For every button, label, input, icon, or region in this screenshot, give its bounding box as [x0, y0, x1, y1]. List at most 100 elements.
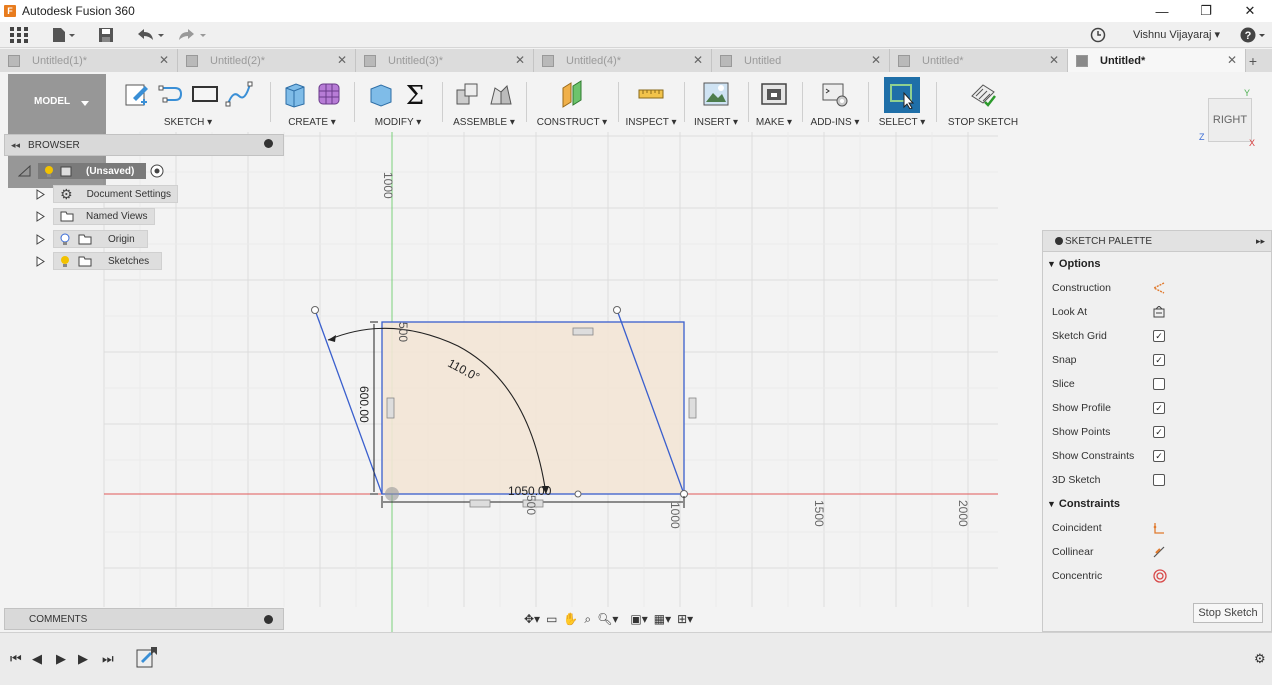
- view-cube-face-right[interactable]: RIGHT: [1213, 114, 1247, 126]
- timeline-last-icon[interactable]: ⏭: [102, 651, 114, 667]
- timeline-previous-icon[interactable]: ◀: [32, 651, 42, 667]
- tab-untitled-2[interactable]: Untitled(2)* ✕: [178, 49, 356, 72]
- extrude-icon[interactable]: [281, 80, 309, 108]
- insert-image-icon[interactable]: [702, 80, 730, 108]
- option-construction[interactable]: Construction: [1043, 276, 1271, 300]
- restore-button[interactable]: ❐: [1184, 0, 1228, 22]
- orbit-icon[interactable]: ✥▾: [524, 612, 540, 626]
- close-window-button[interactable]: ✕: [1228, 0, 1272, 22]
- select-cursor-icon[interactable]: [884, 77, 920, 113]
- slice-checkbox[interactable]: [1153, 378, 1165, 390]
- height-dimension-value[interactable]: 600.00: [357, 386, 371, 423]
- minimize-button[interactable]: —: [1140, 0, 1184, 22]
- browser-panel-header[interactable]: ◂◂ BROWSER: [4, 134, 284, 156]
- close-tab-icon[interactable]: ✕: [1049, 53, 1059, 67]
- collapsed-triangle-icon[interactable]: [36, 233, 45, 245]
- close-tab-icon[interactable]: ✕: [871, 53, 881, 67]
- sketch-canvas[interactable]: 1000 500 1000 1500 2000 500 600.00 1050.…: [0, 132, 1042, 632]
- press-pull-icon[interactable]: [367, 80, 395, 108]
- create-sketch-icon[interactable]: [123, 80, 151, 108]
- width-dimension-value[interactable]: 1050.00: [508, 484, 551, 498]
- parameters-sigma-icon[interactable]: Σ: [401, 80, 429, 108]
- construction-icon[interactable]: [1153, 282, 1165, 294]
- sketch-group[interactable]: SKETCH ▾: [108, 77, 268, 132]
- close-tab-icon[interactable]: ✕: [337, 53, 347, 67]
- new-tab-button[interactable]: +: [1246, 49, 1260, 72]
- horizontal-constraint-icon[interactable]: [469, 499, 491, 508]
- zoom-icon[interactable]: ⌕: [584, 612, 591, 627]
- form-icon[interactable]: [315, 80, 343, 108]
- option-show-points[interactable]: Show Points ✓: [1043, 420, 1271, 444]
- sketch-profile[interactable]: [381, 321, 685, 495]
- constraint-concentric[interactable]: Concentric: [1043, 564, 1271, 588]
- assemble-group[interactable]: ASSEMBLE ▾: [446, 77, 522, 132]
- collinear-icon[interactable]: [1153, 546, 1165, 558]
- modify-group-label[interactable]: MODIFY ▾: [358, 117, 438, 128]
- construct-group[interactable]: CONSTRUCT ▾: [530, 77, 614, 132]
- add-ins-group[interactable]: ADD-INS ▾: [806, 77, 864, 132]
- undo-icon[interactable]: [136, 26, 166, 44]
- file-menu-icon[interactable]: [52, 26, 76, 44]
- stop-sketch-button[interactable]: Stop Sketch: [1193, 603, 1263, 623]
- select-group-label[interactable]: SELECT ▾: [872, 117, 932, 128]
- option-look-at[interactable]: Look At: [1043, 300, 1271, 324]
- spline-tool-icon[interactable]: [225, 80, 253, 108]
- inspect-group[interactable]: INSPECT ▾: [622, 77, 680, 132]
- constraint-collinear[interactable]: Collinear: [1043, 540, 1271, 564]
- measure-icon[interactable]: [637, 80, 665, 108]
- user-account-menu[interactable]: Vishnu Vijayaraj ▾: [1133, 28, 1220, 41]
- collapsed-triangle-icon[interactable]: [36, 255, 45, 267]
- close-tab-icon[interactable]: ✕: [515, 53, 525, 67]
- sketch-line-left[interactable]: [314, 309, 383, 495]
- option-slice[interactable]: Slice: [1043, 372, 1271, 396]
- lightbulb-icon[interactable]: [60, 255, 70, 267]
- palette-expand-icon[interactable]: ▸▸: [1256, 236, 1265, 247]
- browser-root-row[interactable]: (Unsaved): [18, 162, 164, 180]
- browser-options-icon[interactable]: [264, 139, 273, 148]
- show-profile-checkbox[interactable]: ✓: [1153, 402, 1165, 414]
- add-comment-icon[interactable]: [264, 615, 273, 624]
- sketch-grid-checkbox[interactable]: ✓: [1153, 330, 1165, 342]
- option-sketch-grid[interactable]: Sketch Grid ✓: [1043, 324, 1271, 348]
- close-tab-icon[interactable]: ✕: [693, 53, 703, 67]
- rectangle-tool-icon[interactable]: [191, 80, 219, 108]
- pan-hand-icon[interactable]: ✋: [563, 612, 578, 626]
- save-icon[interactable]: [98, 26, 114, 44]
- create-group[interactable]: CREATE ▾: [274, 77, 350, 132]
- horizontal-constraint-icon[interactable]: [572, 327, 594, 336]
- help-icon[interactable]: ?: [1240, 26, 1268, 44]
- tab-untitled-3[interactable]: Untitled(3)* ✕: [356, 49, 534, 72]
- display-settings-icon[interactable]: ▣▾: [630, 612, 647, 626]
- line-tool-icon[interactable]: [157, 80, 185, 108]
- joint-icon[interactable]: [487, 80, 515, 108]
- redo-icon[interactable]: [178, 26, 208, 44]
- active-radio-icon[interactable]: [150, 164, 164, 178]
- tab-untitled-4[interactable]: Untitled(4)* ✕: [534, 49, 712, 72]
- show-constraints-checkbox[interactable]: ✓: [1153, 450, 1165, 462]
- concentric-icon[interactable]: [1153, 569, 1167, 583]
- browser-item-named-views[interactable]: Named Views: [36, 207, 155, 225]
- show-points-checkbox[interactable]: ✓: [1153, 426, 1165, 438]
- offset-plane-icon[interactable]: [558, 80, 586, 108]
- collapsed-triangle-icon[interactable]: [36, 210, 45, 222]
- view-cube[interactable]: RIGHT: [1208, 98, 1252, 142]
- options-section-header[interactable]: ▼ Options: [1043, 252, 1271, 276]
- stop-sketch-group[interactable]: STOP SKETCH: [940, 77, 1026, 132]
- make-group[interactable]: MAKE ▾: [750, 77, 798, 132]
- expanded-triangle-icon[interactable]: [18, 165, 32, 177]
- add-ins-group-label[interactable]: ADD-INS ▾: [806, 117, 864, 128]
- sketch-palette-header[interactable]: SKETCH PALETTE ▸▸: [1043, 231, 1271, 252]
- option-show-profile[interactable]: Show Profile ✓: [1043, 396, 1271, 420]
- scripts-addins-icon[interactable]: [821, 80, 849, 108]
- close-tab-icon[interactable]: ✕: [159, 53, 169, 67]
- tab-untitled-5[interactable]: Untitled ✕: [712, 49, 890, 72]
- data-panel-grid-icon[interactable]: [10, 26, 28, 44]
- browser-root-label[interactable]: (Unsaved): [80, 166, 140, 177]
- option-show-constraints[interactable]: Show Constraints ✓: [1043, 444, 1271, 468]
- construct-group-label[interactable]: CONSTRUCT ▾: [530, 117, 614, 128]
- snap-checkbox[interactable]: ✓: [1153, 354, 1165, 366]
- stop-sketch-label[interactable]: STOP SKETCH: [940, 117, 1026, 128]
- modify-group[interactable]: Σ MODIFY ▾: [358, 77, 438, 132]
- tab-untitled-1[interactable]: Untitled(1)* ✕: [0, 49, 178, 72]
- assemble-group-label[interactable]: ASSEMBLE ▾: [446, 117, 522, 128]
